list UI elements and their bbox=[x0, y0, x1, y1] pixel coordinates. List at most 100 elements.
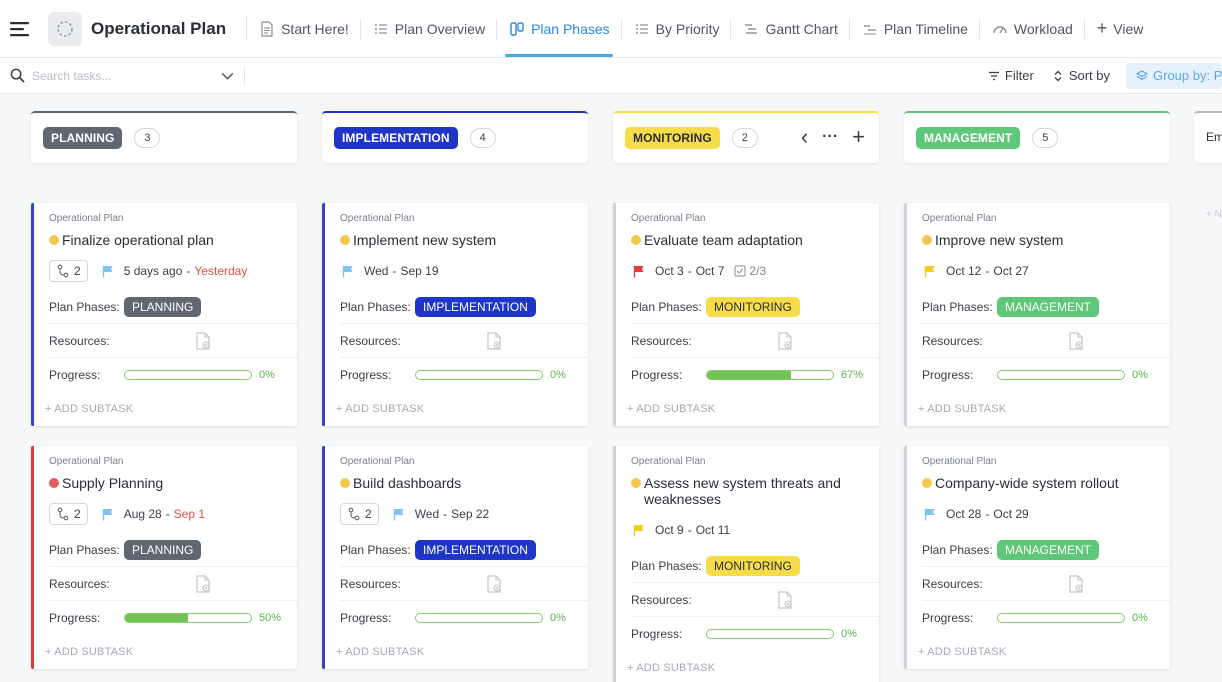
priority-flag-icon[interactable] bbox=[102, 508, 114, 521]
task-card[interactable]: Operational Plan Supply Planning 2 Aug 28- S… bbox=[31, 446, 297, 669]
attach-file-icon[interactable] bbox=[485, 331, 503, 351]
start-date[interactable]: Oct 12 bbox=[946, 264, 981, 278]
add-task-icon[interactable]: + bbox=[852, 124, 865, 150]
search-input[interactable] bbox=[32, 68, 212, 83]
start-date[interactable]: Oct 28 bbox=[946, 507, 981, 521]
tab-start-here[interactable]: Start Here! bbox=[247, 0, 360, 58]
start-date[interactable]: Wed bbox=[364, 264, 388, 278]
task-card[interactable]: Operational Plan Assess new system threat… bbox=[613, 446, 879, 682]
due-date[interactable]: Sep 22 bbox=[451, 507, 489, 521]
status-circle-icon[interactable] bbox=[49, 478, 59, 488]
task-card[interactable]: Operational Plan Company-wide system roll… bbox=[904, 446, 1170, 669]
status-circle-icon[interactable] bbox=[340, 235, 350, 245]
space-avatar-icon[interactable] bbox=[48, 11, 82, 46]
priority-flag-icon[interactable] bbox=[924, 265, 936, 278]
task-card[interactable]: Operational Plan Build dashboards 2 Wed - Sep… bbox=[322, 446, 588, 669]
add-subtask-button[interactable]: + ADD SUBTASK bbox=[45, 392, 297, 426]
task-card[interactable]: Operational Plan Implement new system Wed -… bbox=[322, 203, 588, 426]
plan-phase-pill[interactable]: IMPLEMENTATION bbox=[415, 296, 536, 317]
attach-file-icon[interactable] bbox=[776, 331, 794, 351]
status-circle-icon[interactable] bbox=[340, 478, 350, 488]
start-date[interactable]: Oct 9 bbox=[655, 523, 684, 537]
priority-flag-icon[interactable] bbox=[102, 265, 114, 278]
subtask-count[interactable]: 2 bbox=[49, 260, 88, 282]
attach-file-icon[interactable] bbox=[1067, 331, 1085, 351]
status-circle-icon[interactable] bbox=[49, 235, 59, 245]
add-subtask-button[interactable]: + ADD SUBTASK bbox=[45, 635, 297, 669]
add-subtask-button[interactable]: + ADD SUBTASK bbox=[336, 635, 588, 669]
add-subtask-button[interactable]: + ADD SUBTASK bbox=[336, 392, 588, 426]
start-date[interactable]: Wed bbox=[415, 507, 439, 521]
task-title[interactable]: Finalize operational plan bbox=[49, 232, 297, 248]
column-header-partial[interactable]: Em bbox=[1194, 111, 1222, 163]
due-date[interactable]: Sep 1 bbox=[174, 507, 205, 521]
more-options-icon[interactable]: ··· bbox=[822, 128, 838, 146]
attach-file-icon[interactable] bbox=[194, 331, 212, 351]
tab-by-priority[interactable]: By Priority bbox=[622, 0, 731, 58]
task-title[interactable]: Assess new system threats and weaknesses bbox=[631, 475, 879, 507]
priority-flag-icon[interactable] bbox=[342, 265, 354, 278]
task-title[interactable]: Company-wide system rollout bbox=[922, 475, 1170, 491]
subtask-count[interactable]: 2 bbox=[49, 503, 88, 525]
search-box[interactable] bbox=[0, 58, 244, 94]
priority-flag-icon[interactable] bbox=[633, 524, 645, 537]
tab-plan-overview[interactable]: Plan Overview bbox=[361, 0, 496, 58]
priority-flag-icon[interactable] bbox=[924, 508, 936, 521]
priority-flag-icon[interactable] bbox=[633, 265, 645, 278]
plan-phase-pill[interactable]: MONITORING bbox=[706, 296, 800, 317]
tab-plan-phases[interactable]: Plan Phases bbox=[497, 0, 621, 58]
tab-workload[interactable]: Workload bbox=[980, 0, 1084, 58]
collapse-chevron-icon[interactable]: ‹ bbox=[801, 124, 808, 150]
add-view-button[interactable]: + View bbox=[1085, 18, 1156, 39]
checklist-progress[interactable]: 2/3 bbox=[734, 264, 766, 278]
menu-icon[interactable] bbox=[0, 0, 40, 58]
start-date[interactable]: Aug 28 bbox=[124, 507, 162, 521]
task-title[interactable]: Supply Planning bbox=[49, 475, 297, 491]
due-date[interactable]: Oct 27 bbox=[993, 264, 1028, 278]
status-circle-icon[interactable] bbox=[631, 235, 641, 245]
add-subtask-button[interactable]: + ADD SUBTASK bbox=[627, 651, 879, 682]
task-card[interactable]: Operational Plan Finalize operational pla… bbox=[31, 203, 297, 426]
plan-phase-pill[interactable]: MANAGEMENT bbox=[997, 539, 1100, 560]
plan-phase-pill[interactable]: MONITORING bbox=[706, 555, 800, 576]
column-header[interactable]: IMPLEMENTATION 4 bbox=[322, 111, 588, 163]
status-circle-icon[interactable] bbox=[631, 478, 641, 488]
chevron-down-icon[interactable] bbox=[220, 68, 235, 83]
due-date[interactable]: Oct 7 bbox=[696, 264, 725, 278]
due-date[interactable]: Oct 29 bbox=[993, 507, 1028, 521]
plan-phase-pill[interactable]: MANAGEMENT bbox=[997, 296, 1100, 317]
priority-flag-icon[interactable] bbox=[393, 508, 405, 521]
task-card[interactable]: Operational Plan Evaluate team adaptation… bbox=[613, 203, 879, 426]
sort-button[interactable]: Sort by bbox=[1052, 68, 1110, 83]
task-title[interactable]: Build dashboards bbox=[340, 475, 588, 491]
partial-column-add[interactable]: + N bbox=[1206, 209, 1222, 220]
plan-phase-pill[interactable]: PLANNING bbox=[124, 539, 202, 560]
add-subtask-button[interactable]: + ADD SUBTASK bbox=[918, 635, 1170, 669]
tab-gantt-chart[interactable]: Gantt Chart bbox=[731, 0, 848, 58]
start-date[interactable]: 5 days ago bbox=[124, 264, 183, 278]
due-date[interactable]: Oct 11 bbox=[696, 523, 730, 537]
due-date[interactable]: Sep 19 bbox=[400, 264, 438, 278]
subtask-count[interactable]: 2 bbox=[340, 503, 379, 525]
attach-file-icon[interactable] bbox=[485, 574, 503, 594]
tab-plan-timeline[interactable]: Plan Timeline bbox=[850, 0, 979, 58]
group-by-button[interactable]: Group by: Pl bbox=[1126, 62, 1222, 89]
plan-phase-pill[interactable]: PLANNING bbox=[124, 296, 202, 317]
column-header[interactable]: PLANNING 3 bbox=[31, 111, 297, 163]
status-circle-icon[interactable] bbox=[922, 478, 932, 488]
column-header[interactable]: MANAGEMENT 5 bbox=[904, 111, 1170, 163]
add-subtask-button[interactable]: + ADD SUBTASK bbox=[918, 392, 1170, 426]
status-circle-icon[interactable] bbox=[922, 235, 932, 245]
attach-file-icon[interactable] bbox=[776, 590, 794, 610]
attach-file-icon[interactable] bbox=[1067, 574, 1085, 594]
column-header[interactable]: MONITORING 2 ‹ ··· + bbox=[613, 111, 879, 163]
task-title[interactable]: Implement new system bbox=[340, 232, 588, 248]
task-card[interactable]: Operational Plan Improve new system Oct 12… bbox=[904, 203, 1170, 426]
attach-file-icon[interactable] bbox=[194, 574, 212, 594]
due-date[interactable]: Yesterday bbox=[194, 264, 247, 278]
task-title[interactable]: Evaluate team adaptation bbox=[631, 232, 879, 248]
start-date[interactable]: Oct 3 bbox=[655, 264, 684, 278]
plan-phase-pill[interactable]: IMPLEMENTATION bbox=[415, 539, 536, 560]
add-subtask-button[interactable]: + ADD SUBTASK bbox=[627, 392, 879, 426]
task-title[interactable]: Improve new system bbox=[922, 232, 1170, 248]
